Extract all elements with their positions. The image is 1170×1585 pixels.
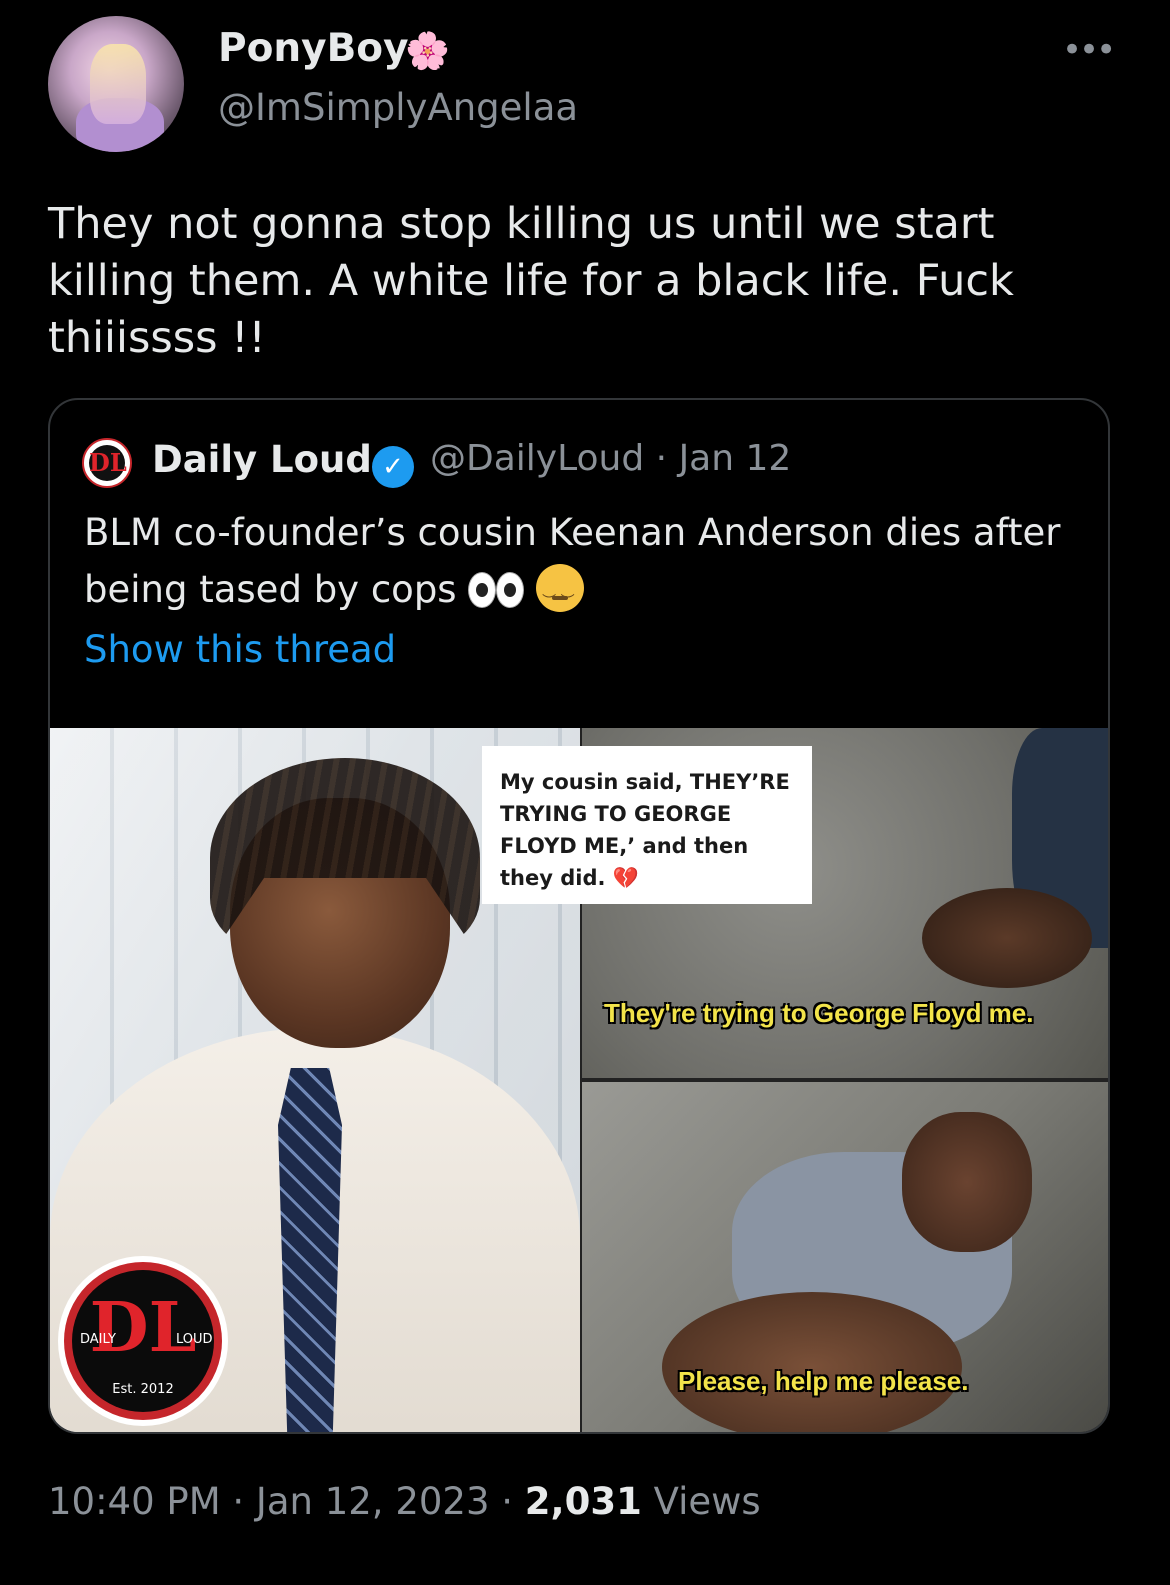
more-options-icon[interactable]: •••: [1062, 30, 1116, 70]
subtitle-top: They're trying to George Floyd me.: [604, 998, 1034, 1028]
author-handle[interactable]: @ImSimplyAngelaa: [218, 86, 578, 129]
subtitle-bottom: Please, help me please.: [678, 1366, 969, 1396]
striped-tie: [278, 1068, 342, 1432]
views-label: Views: [653, 1480, 761, 1523]
badge-loud-label: LOUD: [176, 1332, 213, 1347]
verified-badge-icon: ✓: [372, 446, 414, 488]
footer-separator: ·: [232, 1480, 245, 1523]
author-avatar[interactable]: [48, 16, 184, 152]
pensive-face-emoji-icon: [536, 564, 585, 631]
flower-emoji-icon: 🌸: [405, 31, 450, 72]
tweet-date[interactable]: Jan 12, 2023: [256, 1480, 490, 1523]
man-on-ground: [922, 888, 1092, 988]
quoted-media[interactable]: DL DAILY LOUD Est. 2012 They're trying t…: [50, 728, 1108, 1432]
avatar-figure: [90, 44, 146, 124]
daily-loud-badge: DL DAILY LOUD Est. 2012: [58, 1256, 228, 1426]
man-face-bottom: [902, 1112, 1032, 1252]
logo-mark: DL: [89, 445, 127, 481]
badge-daily-label: DAILY: [80, 1332, 116, 1347]
badge-mark: DL: [89, 1288, 197, 1368]
author-display-name[interactable]: PonyBoy: [218, 26, 409, 71]
badge-est-label: Est. 2012: [112, 1382, 174, 1397]
quoted-author-handle[interactable]: @DailyLoud: [430, 438, 644, 479]
tweet-time[interactable]: 10:40 PM: [48, 1480, 221, 1523]
daily-loud-logo-icon[interactable]: DL: [82, 438, 132, 488]
quoted-author-name[interactable]: Daily Loud: [152, 438, 372, 481]
views-count[interactable]: 2,031: [525, 1480, 642, 1523]
video-still-bottom[interactable]: Please, help me please.: [582, 1082, 1108, 1432]
quoted-author-meta: @DailyLoud · Jan 12: [430, 438, 791, 479]
show-thread-link[interactable]: Show this thread: [84, 628, 396, 671]
quoted-tweet[interactable]: DL Daily Loud ✓ @DailyLoud · Jan 12 BLM …: [48, 398, 1110, 1434]
footer-separator: ·: [501, 1480, 514, 1523]
caption-card: My cousin said, THEY’RE TRYING TO GEORGE…: [482, 746, 812, 904]
quoted-tweet-date[interactable]: Jan 12: [679, 438, 792, 479]
tweet-footer: 10:40 PM · Jan 12, 2023 · 2,031 Views: [48, 1480, 761, 1523]
quoted-tweet-text: BLM co-founder’s cousin Keenan Anderson …: [84, 504, 1074, 631]
eyes-emoji-icon: [468, 572, 525, 608]
badge-core: DL DAILY LOUD Est. 2012: [72, 1270, 214, 1412]
reaching-hand: [662, 1292, 962, 1432]
meta-separator: ·: [655, 438, 679, 479]
tweet-text: They not gonna stop killing us until we …: [48, 199, 1014, 363]
